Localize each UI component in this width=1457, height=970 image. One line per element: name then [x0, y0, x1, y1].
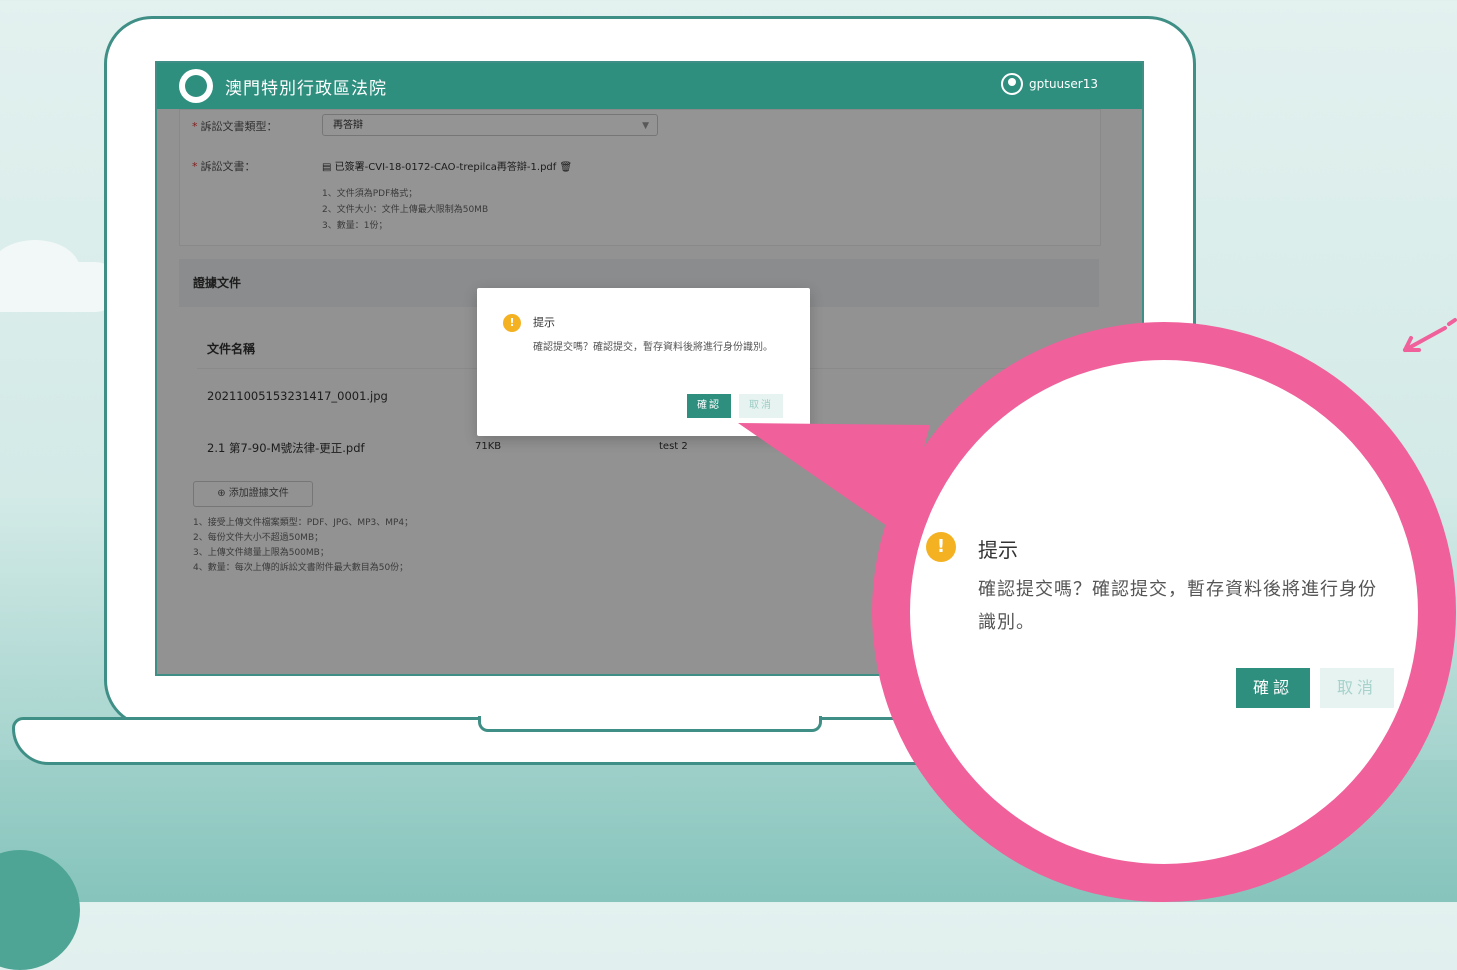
- app-title: 澳門特別行政區法院: [225, 78, 387, 99]
- laptop-notch: [478, 716, 822, 732]
- warning-icon: !: [503, 314, 521, 332]
- zoom-confirm-button[interactable]: 確認: [1236, 668, 1310, 708]
- user-menu[interactable]: gptuuser13: [1001, 73, 1098, 95]
- username: gptuuser13: [1029, 77, 1098, 91]
- confirm-dialog: ! 提示 確認提交嗎？確認提交，暫存資料後將進行身份識別。 確認 取消: [477, 288, 810, 436]
- court-emblem-icon: [179, 69, 213, 103]
- warning-icon: !: [926, 532, 956, 562]
- cancel-button[interactable]: 取消: [739, 394, 783, 418]
- zoom-dialog-title: 提示: [978, 538, 1018, 562]
- user-avatar-icon: [1001, 73, 1023, 95]
- zoom-cancel-button[interactable]: 取消: [1320, 668, 1394, 708]
- confirm-button[interactable]: 確認: [687, 394, 731, 418]
- arrow-decoration: [1403, 318, 1457, 352]
- zoom-dialog-message: 確認提交嗎？確認提交，暫存資料後將進行身份識別。: [978, 579, 1377, 633]
- dialog-title: 提示: [533, 316, 555, 329]
- dialog-message: 確認提交嗎？確認提交，暫存資料後將進行身份識別。: [533, 342, 773, 353]
- app-header: 澳門特別行政區法院 gptuuser13: [157, 63, 1142, 109]
